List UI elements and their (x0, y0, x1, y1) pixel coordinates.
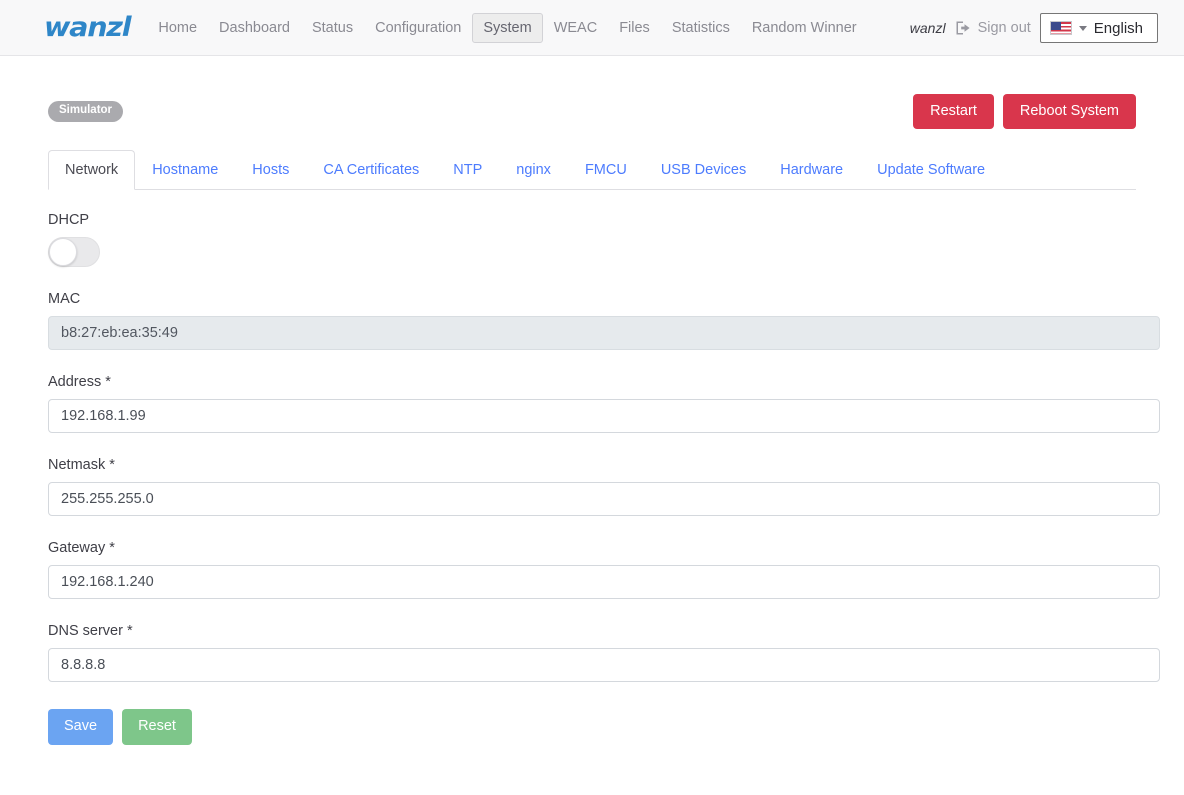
mac-field (48, 316, 1160, 351)
sign-out-icon (955, 20, 972, 36)
nav-item-random-winner[interactable]: Random Winner (741, 13, 868, 43)
dhcp-toggle-knob (49, 238, 77, 267)
tab-ntp[interactable]: NTP (436, 150, 499, 190)
dhcp-label: DHCP (48, 212, 90, 229)
nav-item-weac[interactable]: WEAC (543, 13, 609, 43)
sign-out-button[interactable]: Sign out (955, 20, 1031, 36)
tab-ca-certificates[interactable]: CA Certificates (306, 150, 436, 190)
tab-hostname[interactable]: Hostname (135, 150, 235, 190)
system-tabs: Network Hostname Hosts CA Certificates N… (48, 150, 1136, 191)
nav-item-status[interactable]: Status (301, 13, 364, 43)
wanzl-logo[interactable]: wanzl (44, 14, 132, 41)
network-settings-form: DHCP MAC Address * Netmask * Gateway * D… (48, 190, 1160, 745)
nav-item-dashboard[interactable]: Dashboard (208, 13, 301, 43)
nav-item-statistics[interactable]: Statistics (661, 13, 741, 43)
tab-usb-devices[interactable]: USB Devices (644, 150, 763, 190)
content-container: Simulator Restart Reboot System Network … (48, 56, 1160, 745)
us-flag-icon (1049, 21, 1072, 35)
dns-server-field[interactable] (48, 648, 1160, 683)
nav-item-system[interactable]: System (472, 12, 543, 43)
tab-nginx[interactable]: nginx (499, 150, 568, 190)
tab-network[interactable]: Network (48, 150, 136, 191)
tab-hosts[interactable]: Hosts (235, 150, 306, 190)
status-badge: Simulator (48, 101, 124, 122)
address-label: Address * (48, 374, 111, 391)
reset-button[interactable]: Reset (122, 709, 192, 745)
language-selector[interactable]: English (1039, 13, 1158, 43)
sign-out-label: Sign out (977, 20, 1031, 36)
nav-item-files[interactable]: Files (608, 13, 661, 43)
restart-button[interactable]: Restart (913, 94, 994, 130)
chevron-down-icon (1078, 25, 1087, 31)
tab-fmcu[interactable]: FMCU (568, 150, 644, 190)
nav-item-home[interactable]: Home (147, 13, 208, 43)
dns-server-label: DNS server * (48, 623, 133, 640)
mac-label: MAC (48, 291, 81, 308)
address-field[interactable] (48, 399, 1160, 434)
gateway-label: Gateway * (48, 540, 115, 557)
reboot-system-button[interactable]: Reboot System (1002, 94, 1136, 130)
tab-hardware[interactable]: Hardware (763, 150, 860, 190)
system-actions: Restart Reboot System (913, 94, 1136, 130)
netmask-label: Netmask * (48, 457, 115, 474)
dhcp-toggle[interactable] (48, 237, 100, 268)
page-body: Simulator Restart Reboot System Network … (0, 56, 1184, 745)
form-actions: Save Reset (48, 709, 1136, 745)
navbar-right: wanzl Sign out English (910, 0, 1158, 56)
page-header-row: Simulator Restart Reboot System (48, 56, 1136, 130)
top-navbar: wanzl Home Dashboard Status Configuratio… (0, 0, 1184, 56)
gateway-field[interactable] (48, 565, 1160, 600)
nav-item-configuration[interactable]: Configuration (364, 13, 472, 43)
main-nav: Home Dashboard Status Configuration Syst… (147, 12, 868, 43)
language-label: English (1093, 19, 1143, 37)
current-user-label: wanzl (909, 20, 946, 36)
save-button[interactable]: Save (48, 709, 114, 745)
netmask-field[interactable] (48, 482, 1160, 517)
tab-update-software[interactable]: Update Software (860, 150, 1002, 190)
